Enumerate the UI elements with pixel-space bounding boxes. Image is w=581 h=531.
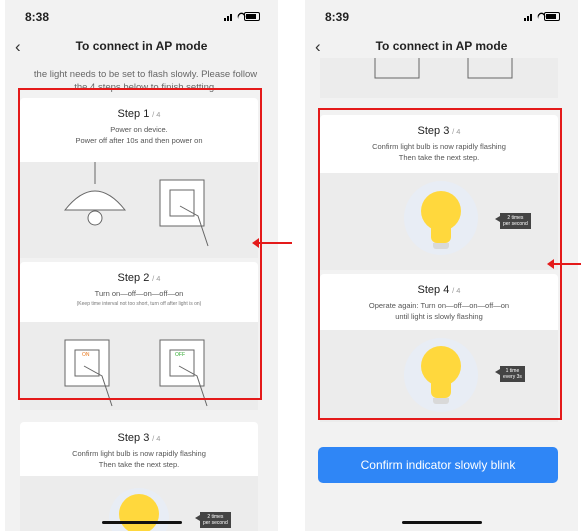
red-arrow-icon	[252, 238, 292, 248]
red-arrow-icon	[547, 259, 581, 269]
step2-card-partial	[320, 58, 558, 98]
step3-desc-1: Confirm light bulb is now rapidly flashi…	[72, 449, 206, 458]
battery-icon	[244, 12, 260, 21]
status-bar: 8:38	[5, 0, 278, 34]
status-icons	[224, 11, 260, 22]
tag-line-2: per second	[203, 520, 228, 526]
signal-icon	[224, 18, 226, 21]
switch-illustration-partial	[374, 58, 513, 79]
signal-icon	[530, 14, 532, 21]
page-title: To connect in AP mode	[375, 39, 508, 53]
step3-desc-2: Then take the next step.	[98, 460, 180, 469]
light-bulb-icon	[119, 494, 159, 531]
step3-label: Step 3	[117, 432, 150, 444]
confirm-slow-blink-button[interactable]: Confirm indicator slowly blink	[318, 447, 558, 483]
highlight-box	[318, 108, 562, 420]
left-phone-screen: 8:38 ‹ To connect in AP mode the light n…	[5, 0, 278, 531]
frequency-tag: 2 times per second	[195, 512, 231, 528]
home-indicator	[401, 521, 482, 524]
nav-bar: ‹ To connect in AP mode	[305, 34, 578, 60]
highlight-box	[18, 88, 262, 400]
signal-icon	[524, 18, 526, 21]
signal-icon	[227, 16, 229, 21]
status-time: 8:38	[25, 10, 50, 24]
status-icons	[524, 11, 560, 22]
step2-illustration-partial	[320, 58, 558, 98]
battery-icon	[544, 12, 560, 21]
step3-of: / 4	[152, 434, 161, 443]
home-indicator	[101, 521, 182, 524]
signal-icon	[230, 14, 232, 21]
step3-card: Step 3 / 4 Confirm light bulb is now rap…	[20, 422, 258, 531]
page-title: To connect in AP mode	[75, 39, 208, 53]
nav-bar: ‹ To connect in AP mode	[5, 34, 278, 60]
right-phone-screen: 8:39 ‹ To connect in AP mode Step 3 / 4 …	[305, 0, 578, 531]
status-bar: 8:39	[305, 0, 578, 34]
wall-switch-icon	[374, 58, 513, 79]
signal-icon	[527, 16, 529, 21]
status-time: 8:39	[325, 10, 350, 24]
